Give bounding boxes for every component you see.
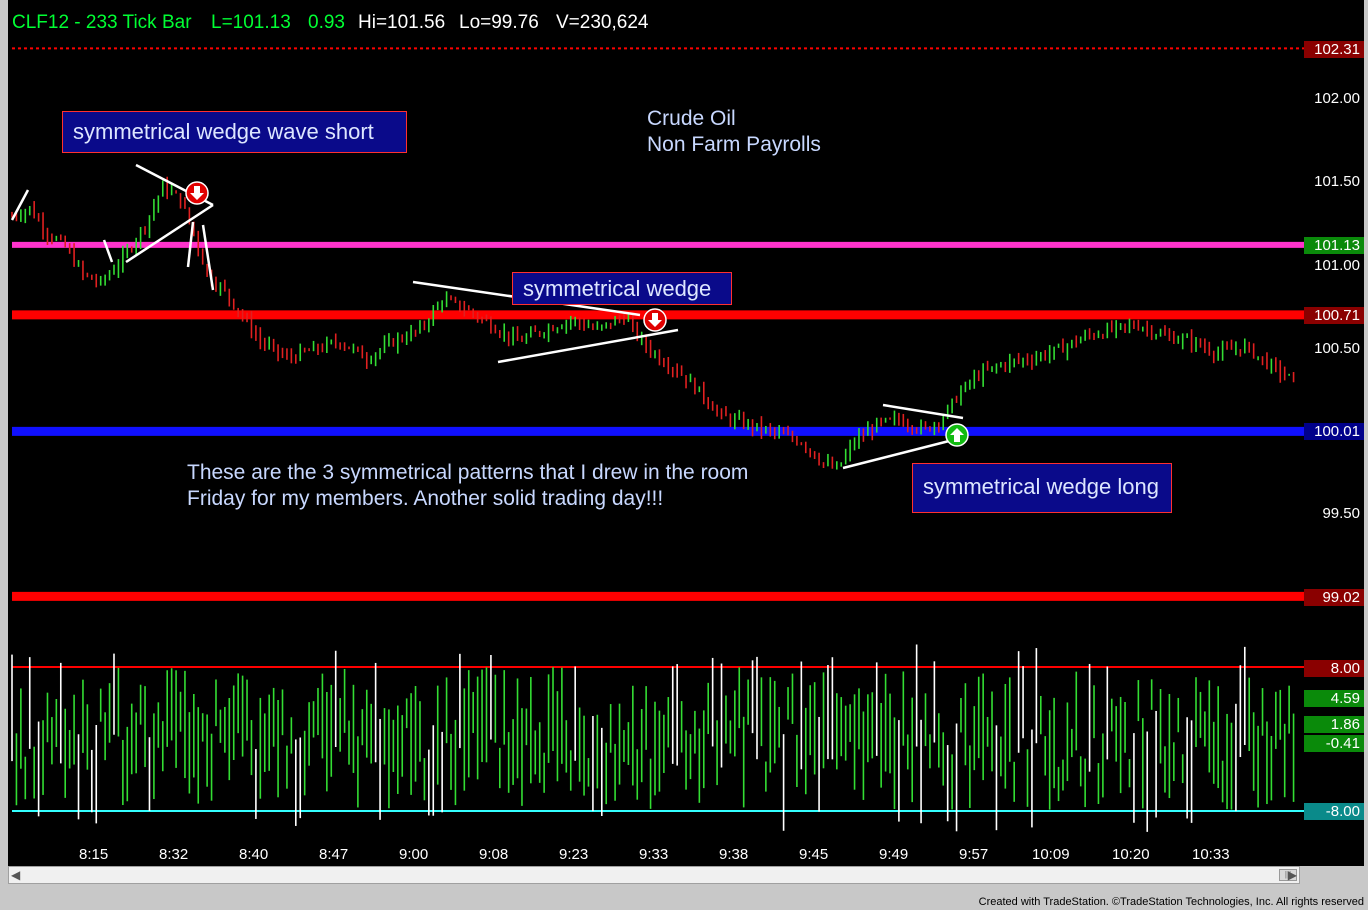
title-line-1: Crude Oil bbox=[647, 107, 736, 130]
y-tick-99-5: 99.50 bbox=[1322, 505, 1360, 522]
x-tick: 10:33 bbox=[1192, 846, 1230, 863]
credit-text: Created with TradeStation. ©TradeStation… bbox=[978, 896, 1364, 908]
x-tick: 8:15 bbox=[79, 846, 109, 863]
osc-tag-1: 4.59 bbox=[1304, 690, 1364, 707]
x-tick: 9:33 bbox=[639, 846, 669, 863]
x-tick: 8:32 bbox=[159, 846, 189, 863]
label-wedge-wave-short: symmetrical wedge wave short bbox=[62, 111, 407, 153]
y-tick-100-5: 100.50 bbox=[1314, 340, 1360, 357]
x-tick: 8:47 bbox=[319, 846, 349, 863]
wedge-trendline bbox=[201, 224, 215, 291]
x-tick: 9:23 bbox=[559, 846, 589, 863]
x-tick: 9:45 bbox=[799, 846, 829, 863]
osc-tag-upper: 8.00 bbox=[1304, 660, 1364, 677]
y-tick-101: 101.00 bbox=[1314, 257, 1360, 274]
y-tick-101-5: 101.50 bbox=[1314, 173, 1360, 190]
x-tick: 10:09 bbox=[1032, 846, 1070, 863]
scroll-left-icon[interactable]: ◀ bbox=[11, 868, 20, 882]
note-line-2: Friday for my members. Another solid tra… bbox=[187, 487, 664, 510]
low-price: Lo=99.76 bbox=[459, 12, 539, 33]
osc-tag-3: -0.41 bbox=[1304, 735, 1364, 752]
x-tick: 9:57 bbox=[959, 846, 989, 863]
x-tick: 9:08 bbox=[479, 846, 509, 863]
scroll-right-icon[interactable]: ▶ bbox=[1288, 868, 1297, 882]
chart-symbol: CLF12 - 233 Tick Bar bbox=[12, 12, 192, 33]
label-wedge-long: symmetrical wedge long bbox=[912, 463, 1172, 513]
osc-tag-lower: -8.00 bbox=[1304, 803, 1364, 820]
x-tick: 9:49 bbox=[879, 846, 909, 863]
net-change: 0.93 bbox=[308, 12, 345, 33]
y-tick-102: 102.00 bbox=[1314, 90, 1360, 107]
title-line-2: Non Farm Payrolls bbox=[647, 133, 821, 156]
note-line-1: These are the 3 symmetrical patterns tha… bbox=[187, 461, 749, 484]
wedge-trendline bbox=[125, 203, 214, 264]
last-price: L=101.13 bbox=[211, 12, 291, 33]
price-tag-red-upper: 100.71 bbox=[1304, 307, 1364, 324]
price-tag-blue: 100.01 bbox=[1304, 423, 1364, 440]
label-wedge: symmetrical wedge bbox=[512, 272, 732, 305]
osc-tag-2: 1.86 bbox=[1304, 716, 1364, 733]
x-tick: 9:38 bbox=[719, 846, 749, 863]
price-tag-magenta: 101.13 bbox=[1304, 237, 1364, 254]
high-price: Hi=101.56 bbox=[358, 12, 446, 33]
x-tick: 10:20 bbox=[1112, 846, 1150, 863]
price-tag-top: 102.31 bbox=[1304, 41, 1364, 58]
chart-area[interactable]: CLF12 - 233 Tick Bar L=101.13 0.93 Hi=10… bbox=[8, 0, 1364, 866]
x-tick: 9:00 bbox=[399, 846, 429, 863]
price-tag-red-lower: 99.02 bbox=[1304, 589, 1364, 606]
horizontal-scrollbar[interactable]: ◀ ||| ▶ bbox=[8, 866, 1300, 884]
x-tick: 8:40 bbox=[239, 846, 269, 863]
volume: V=230,624 bbox=[556, 12, 649, 33]
